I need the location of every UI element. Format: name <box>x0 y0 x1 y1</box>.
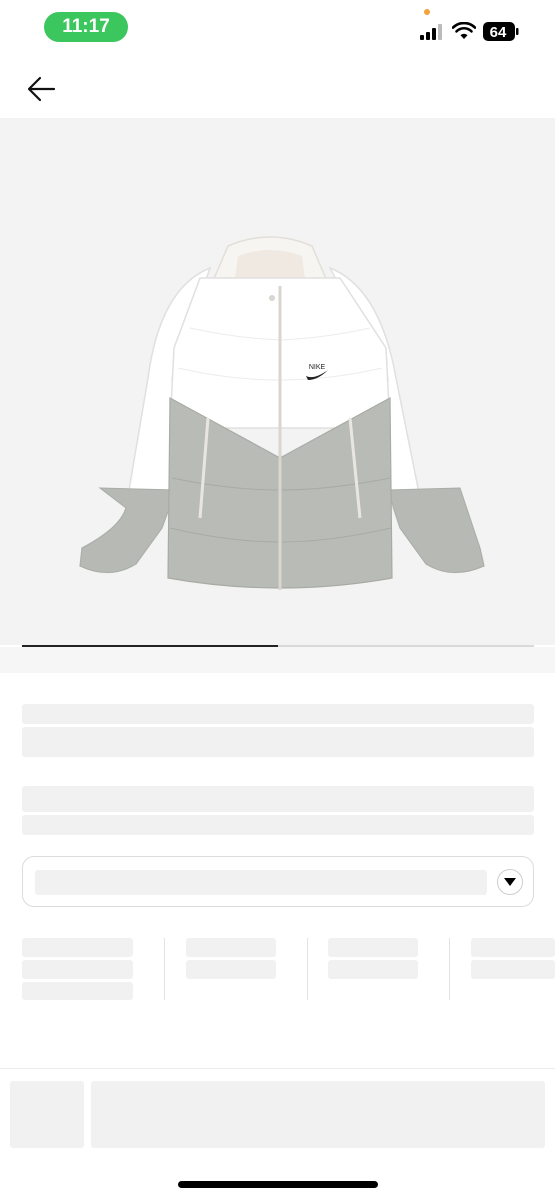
info-col3-line1-placeholder <box>328 938 418 957</box>
status-time: 11:17 <box>44 12 128 42</box>
info-col3-line2-placeholder <box>328 960 418 979</box>
info-divider <box>449 938 450 1000</box>
info-col1-line3-placeholder <box>22 982 133 1000</box>
battery-level: 64 <box>490 24 507 41</box>
info-col1-line2-placeholder <box>22 960 133 979</box>
product-logo-text: NIKE <box>309 364 326 371</box>
info-col1-line1-placeholder <box>22 938 133 957</box>
product-title-placeholder <box>22 727 534 757</box>
product-brand-placeholder <box>22 704 534 724</box>
info-col4-line2-placeholder <box>471 960 555 979</box>
size-select[interactable] <box>22 856 534 907</box>
caret-down-icon[interactable] <box>497 869 523 895</box>
buy-button-placeholder[interactable] <box>91 1081 545 1148</box>
gallery-bottom-spacer <box>0 647 555 673</box>
arrow-left-icon <box>27 76 56 102</box>
status-bar: 11:17 64 <box>0 0 555 56</box>
wishlist-button-placeholder[interactable] <box>10 1081 84 1148</box>
info-col4-line1-placeholder <box>471 938 555 957</box>
info-col2-line2-placeholder <box>186 960 276 979</box>
info-divider <box>164 938 165 1000</box>
battery-icon: 64 <box>483 22 519 41</box>
size-select-value-placeholder <box>35 870 487 895</box>
home-indicator <box>178 1181 378 1188</box>
product-image-gallery[interactable]: NIKE <box>0 118 555 645</box>
product-subprice-placeholder <box>22 815 534 835</box>
signal-icon <box>420 24 442 40</box>
info-col2-line1-placeholder <box>186 938 276 957</box>
back-button[interactable] <box>22 70 62 110</box>
privacy-indicator-dot <box>424 9 430 15</box>
jacket-image: NIKE <box>79 236 485 590</box>
product-price-placeholder <box>22 786 534 812</box>
info-divider <box>307 938 308 1000</box>
wifi-icon <box>452 22 476 39</box>
